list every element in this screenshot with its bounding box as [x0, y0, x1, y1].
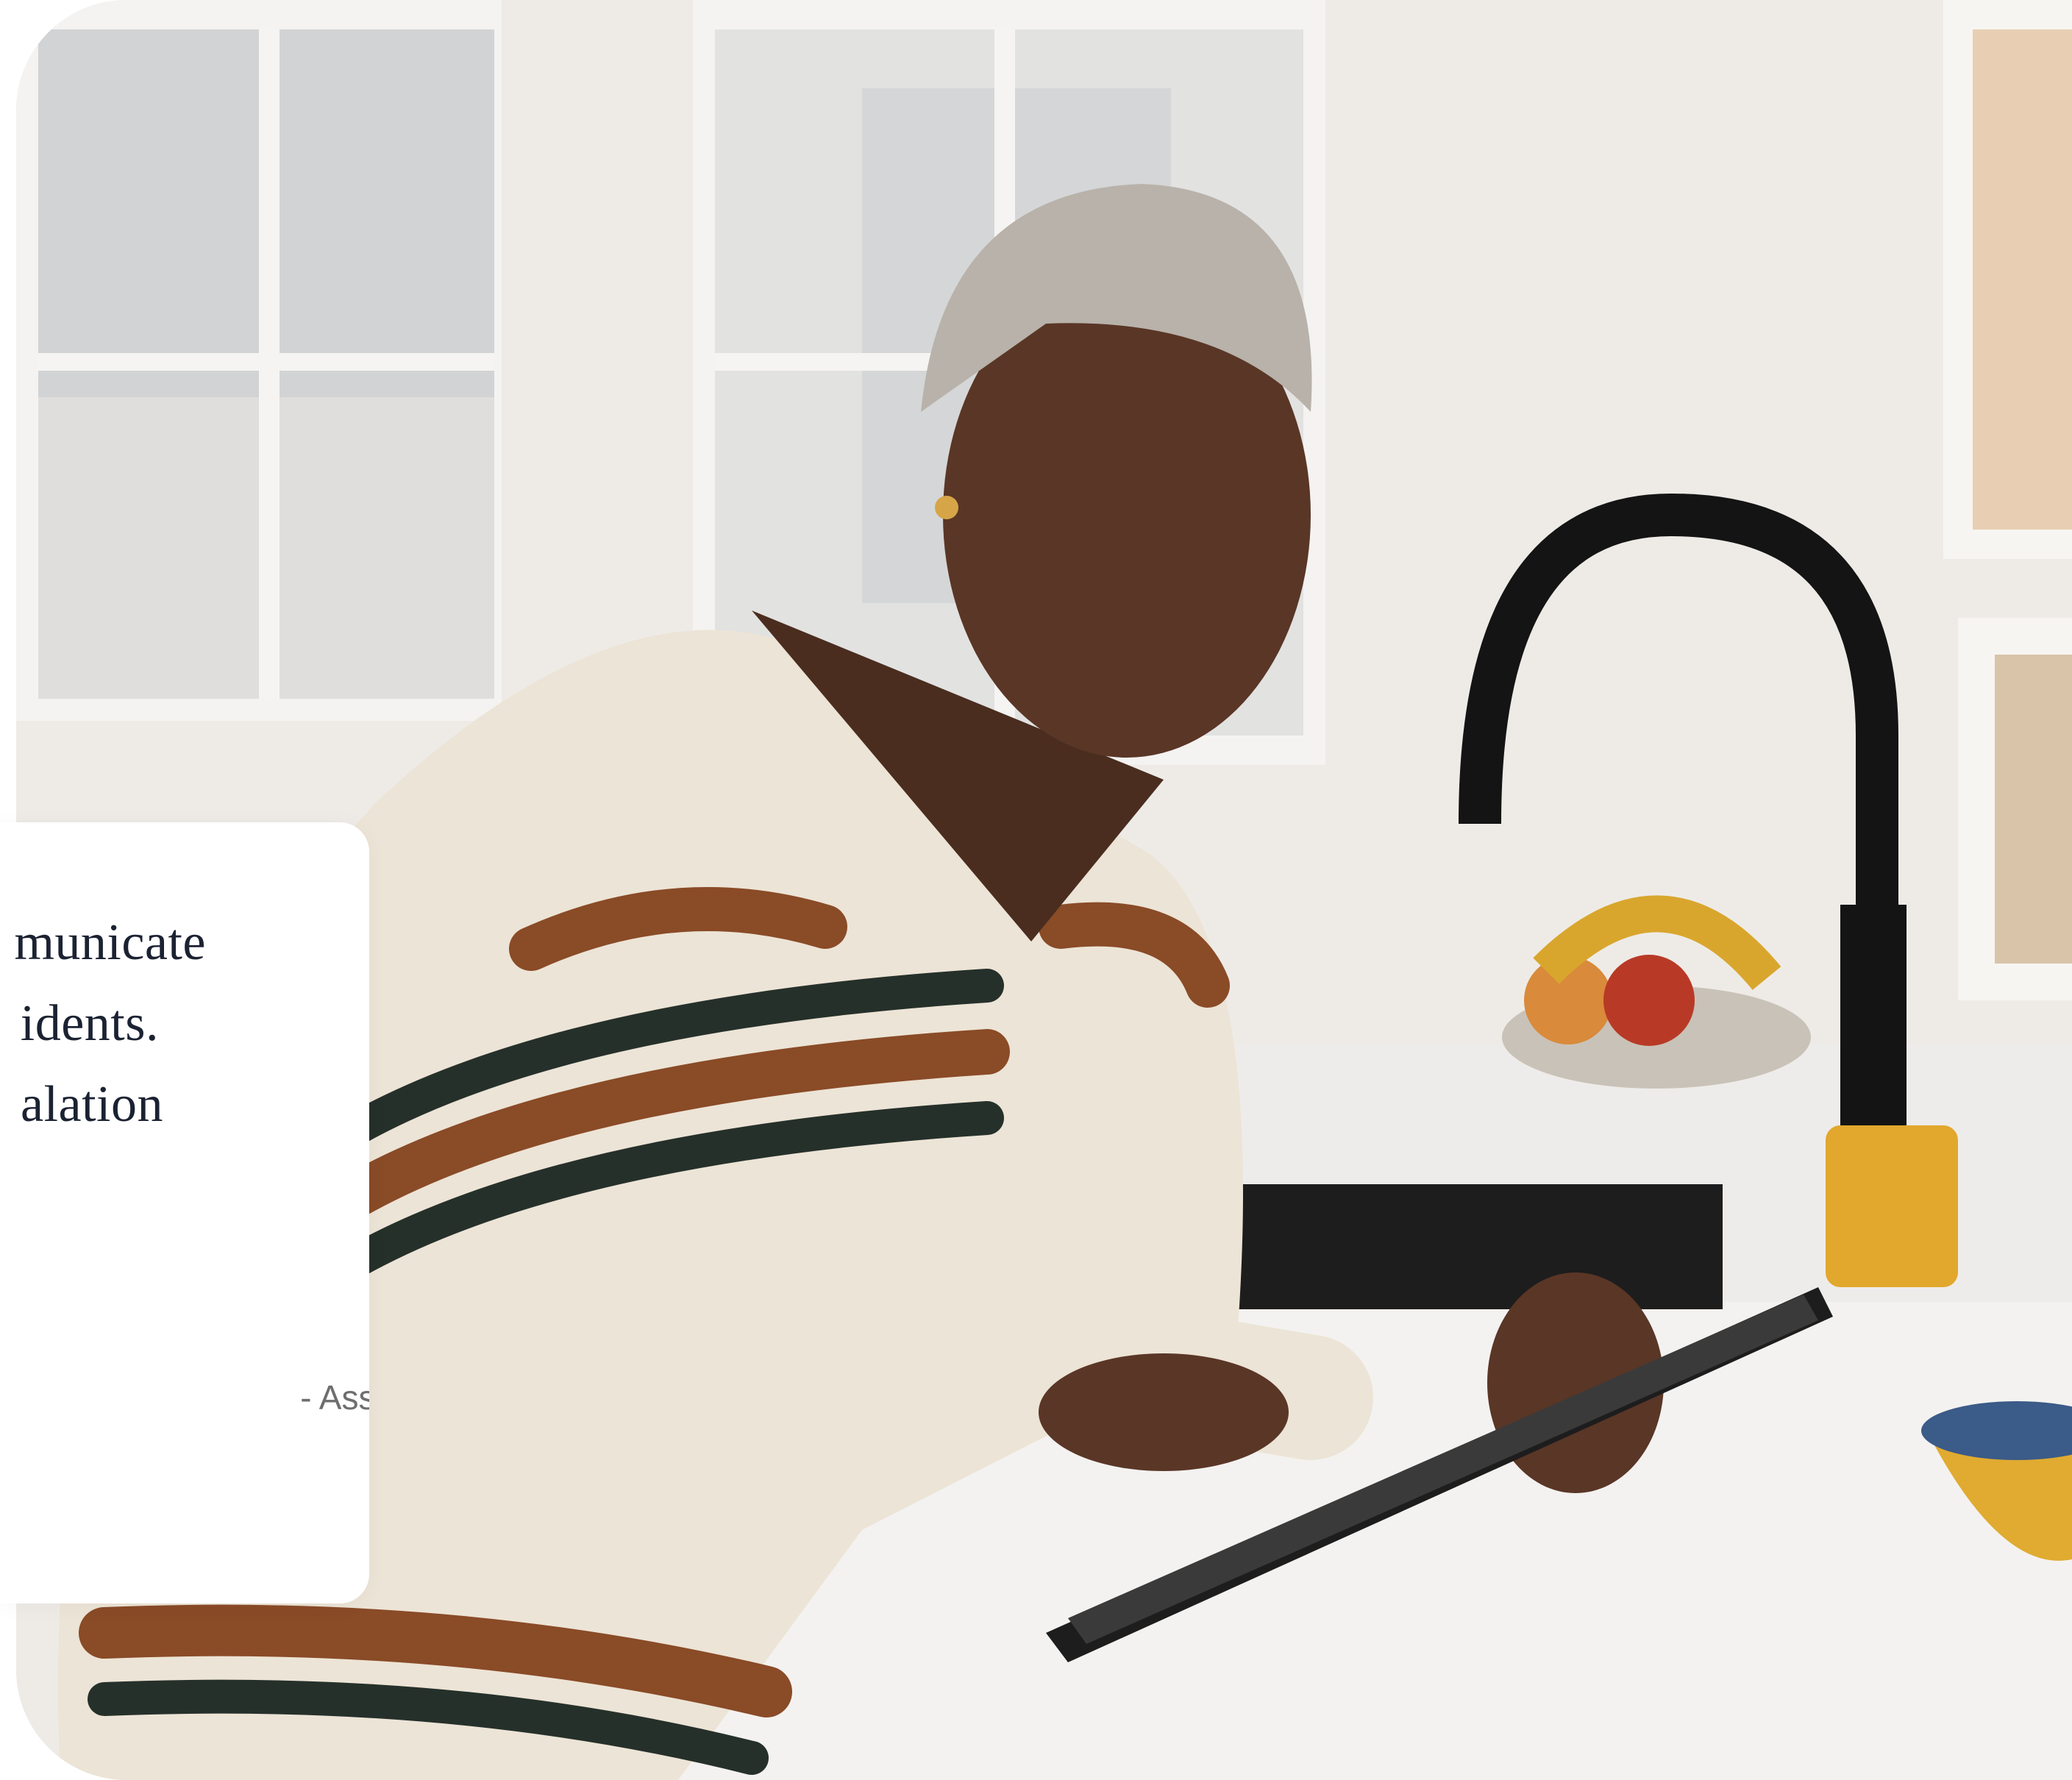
quote-line-3: alation: [21, 1076, 163, 1133]
quote-line-1: municate: [14, 914, 206, 971]
testimonial-card: municate idents. alation - Associations: [0, 822, 369, 1603]
testimonial-attribution: - Associations: [300, 1378, 369, 1417]
quote-line-2: idents.: [20, 995, 159, 1052]
testimonial-quote: municate idents. alation: [0, 822, 369, 1603]
